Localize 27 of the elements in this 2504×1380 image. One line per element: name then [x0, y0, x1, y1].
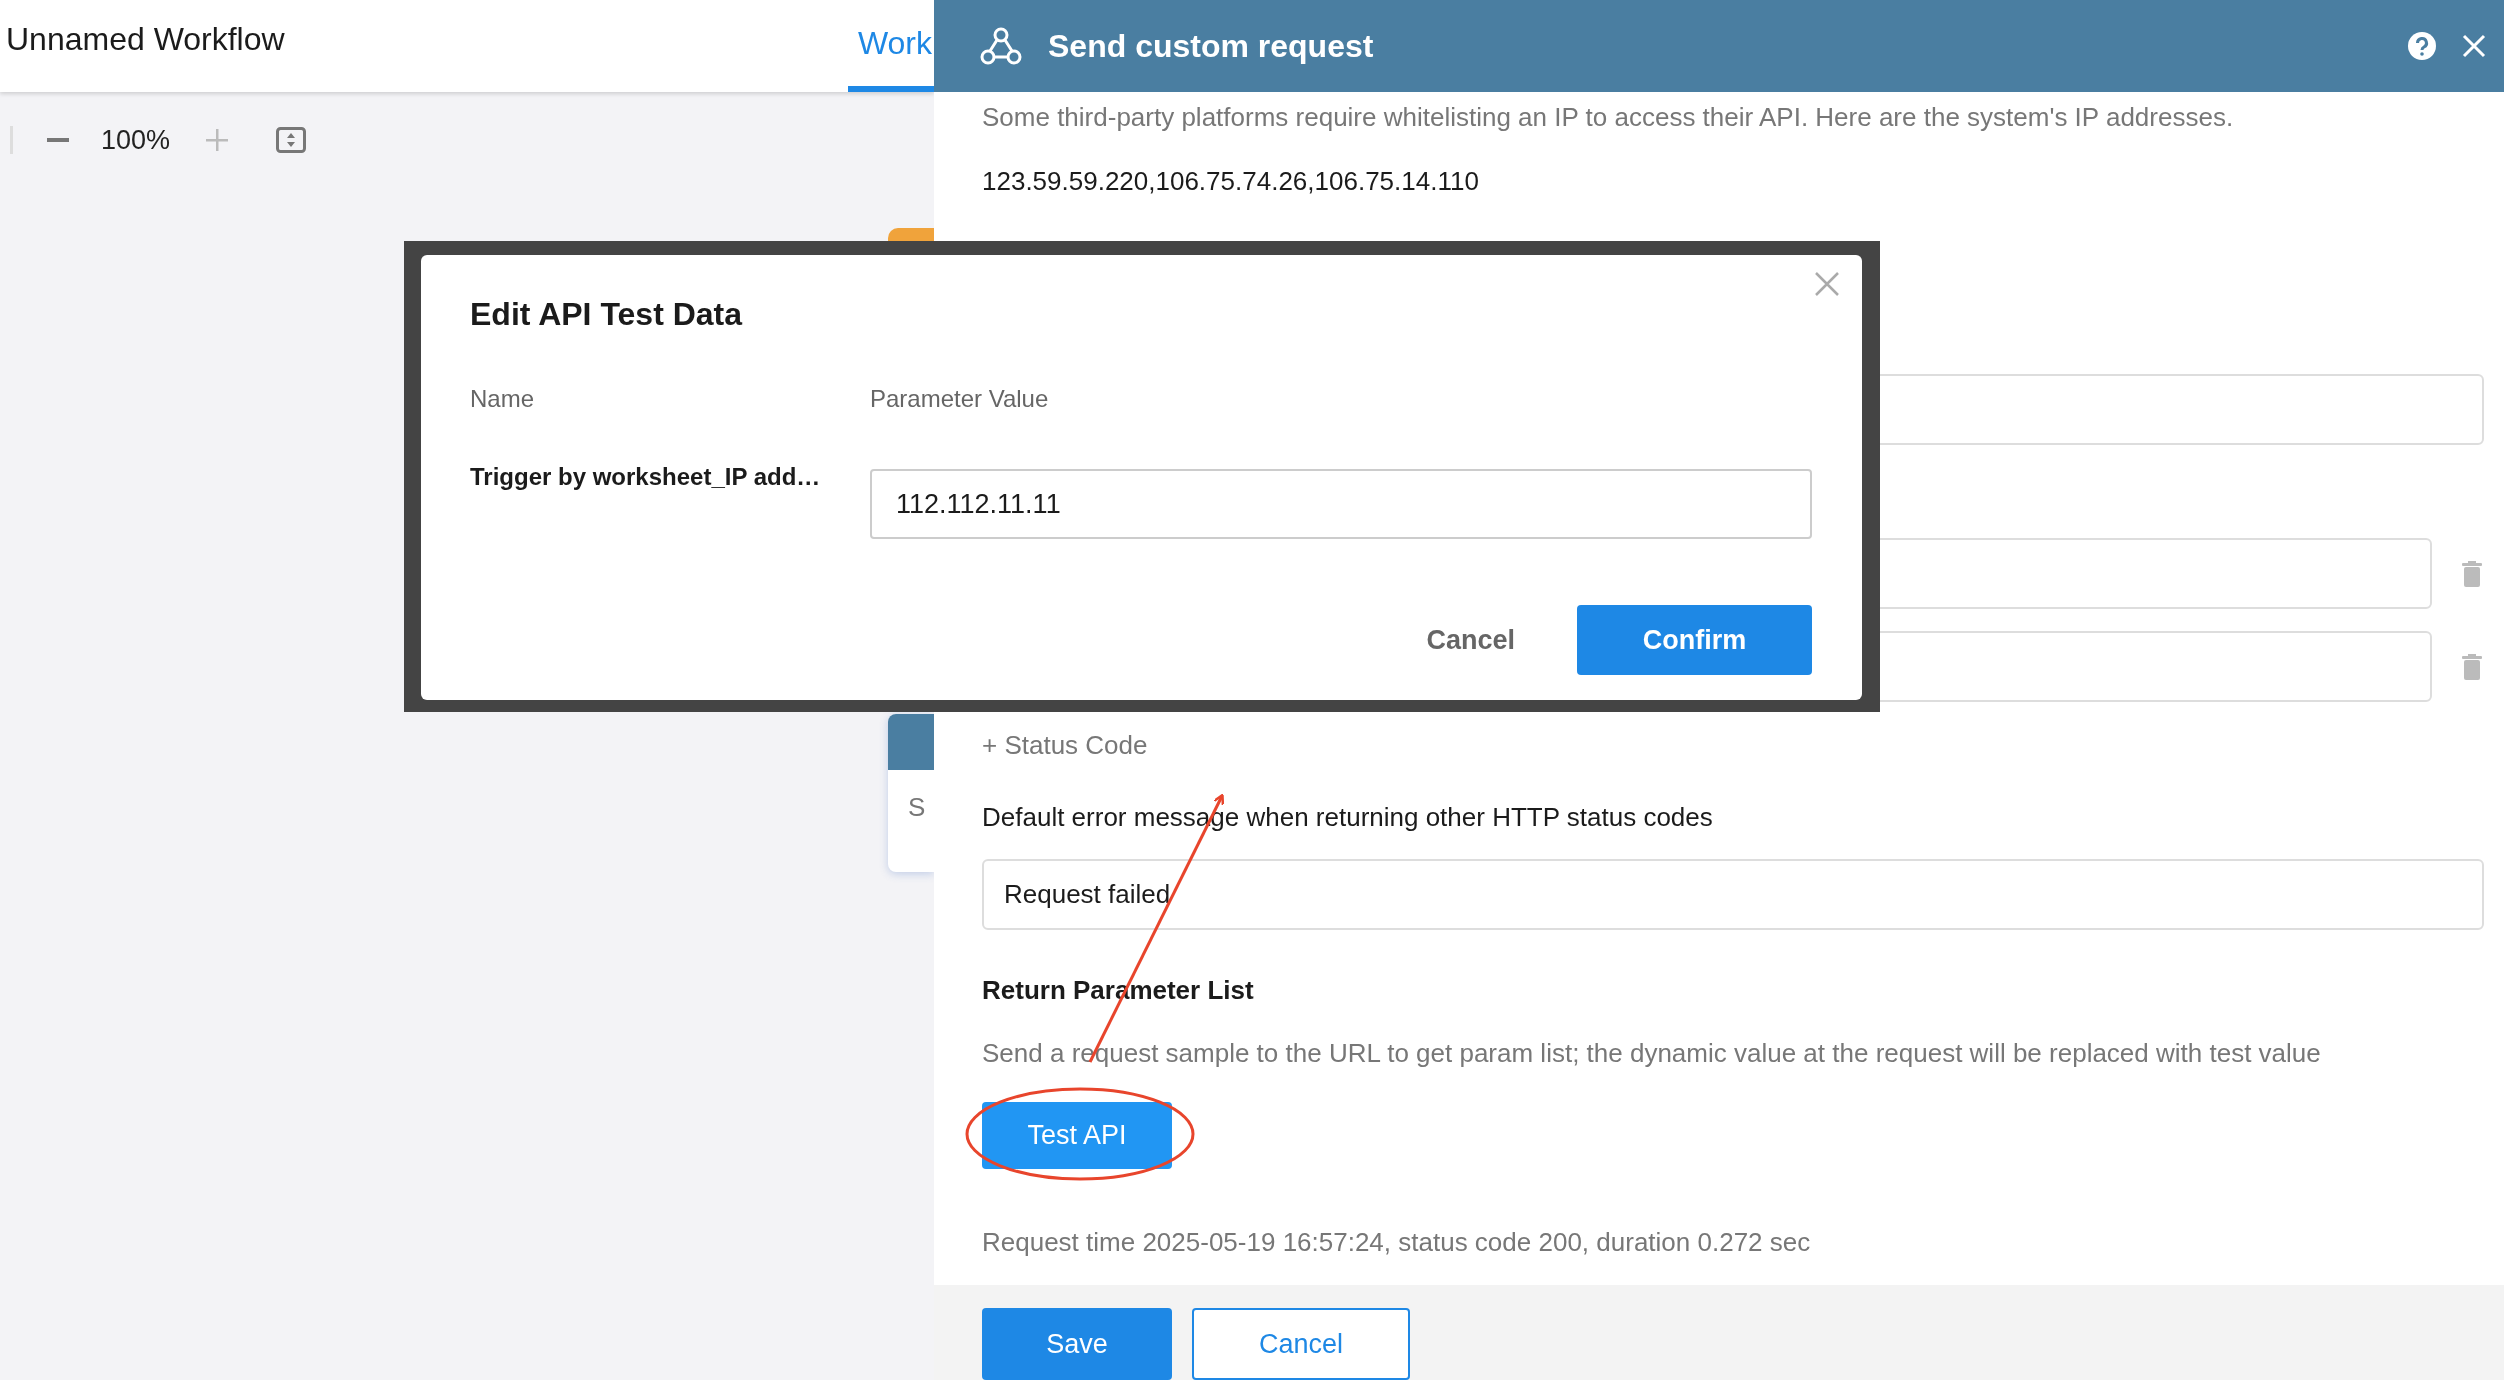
close-icon[interactable] — [1814, 271, 1840, 297]
webhook-icon — [980, 26, 1022, 66]
help-icon[interactable] — [2408, 32, 2436, 60]
dialog-title: Edit API Test Data — [470, 295, 744, 333]
column-header: Name — [470, 384, 536, 414]
column-header: Parameter Value — [870, 384, 1050, 414]
request-info: Request time 2025-05-19 16:57:24, status code 200, duration 0.272 sec — [982, 1226, 1812, 1259]
node-text: S — [907, 791, 927, 823]
panel-title: Send custom request — [1048, 27, 1375, 65]
trash-icon[interactable] — [2462, 653, 2482, 680]
confirm-button[interactable]: Confirm — [1577, 605, 1812, 675]
zoom-in-icon[interactable] — [206, 129, 229, 151]
add-status-code-link[interactable]: + Status Code — [982, 728, 1148, 762]
trash-icon[interactable] — [2462, 560, 2482, 587]
test-api-button[interactable]: Test API — [982, 1102, 1172, 1169]
workflow-node[interactable]: S — [888, 714, 934, 872]
whitelist-note: Some third-party platforms require whitelisting an IP to access their API. Here are the system's IP addresses. — [982, 101, 2235, 134]
parameter-value-field[interactable]: 112.112.11.11 — [870, 469, 1812, 539]
cancel-button[interactable]: Cancel — [1420, 605, 1521, 675]
error-message-field[interactable]: Request failed — [982, 859, 2484, 930]
parameter-name: Trigger by worksheet_IP add… — [470, 462, 822, 491]
cancel-button[interactable]: Cancel — [1192, 1308, 1410, 1380]
save-button[interactable]: Save — [982, 1308, 1172, 1380]
zoom-level: 100% — [101, 124, 171, 156]
workflow-title: Unnamed Workflow — [5, 20, 285, 58]
ip-addresses: 123.59.59.220,106.75.74.26,106.75.14.110 — [982, 165, 1480, 198]
fit-view-icon[interactable] — [276, 127, 307, 153]
